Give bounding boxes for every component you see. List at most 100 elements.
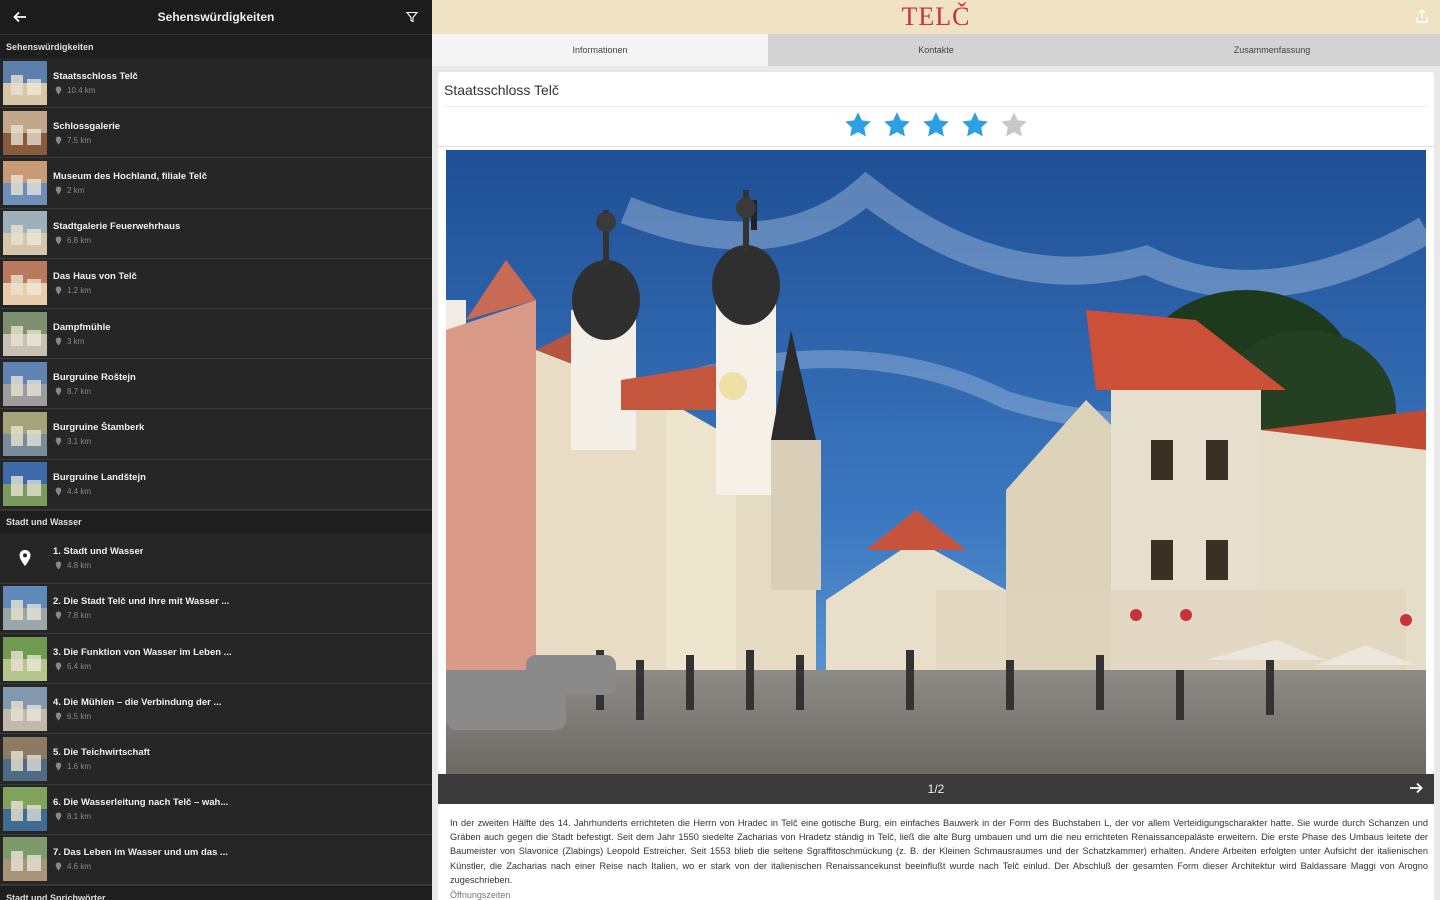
item-distance: 1.6 km <box>53 762 150 771</box>
location-pin-icon <box>55 236 62 245</box>
filter-icon <box>406 11 418 23</box>
thumbnail-image <box>3 60 47 105</box>
item-name: Stadtgalerie Feuerwehrhaus <box>53 221 181 233</box>
item-distance: 6.4 km <box>53 662 232 671</box>
tab-zusammenfassung[interactable]: Zusammenfassung <box>1104 34 1440 66</box>
item-name: 1. Stadt und Wasser <box>53 546 144 558</box>
list-item[interactable]: Schlossgalerie 7.5 km <box>0 108 432 159</box>
thumbnail-image <box>3 261 47 306</box>
section-header: Stadt und Sprichwörter <box>0 885 432 900</box>
list-item[interactable]: 5. Die Teichwirtschaft 1.6 km <box>0 734 432 785</box>
arrow-right-icon <box>1410 782 1423 794</box>
item-distance: 8.1 km <box>53 812 228 821</box>
item-name: Burgruine Landštejn <box>53 472 146 484</box>
star-filled-icon[interactable] <box>882 110 912 140</box>
item-name: 5. Die Teichwirtschaft <box>53 747 150 759</box>
item-distance: 8.7 km <box>53 387 136 396</box>
back-arrow-icon <box>13 11 26 23</box>
thumbnail-image <box>3 586 47 631</box>
tab-informationen[interactable]: Informationen <box>432 34 768 66</box>
list-item[interactable]: 3. Die Funktion von Wasser im Leben ... 6… <box>0 634 432 685</box>
list-item[interactable]: Burgruine Roštejn 8.7 km <box>0 359 432 410</box>
list-item[interactable]: 7. Das Leben im Wasser und um das ... 4.6… <box>0 835 432 885</box>
list-item[interactable]: Dampfmühle 3 km <box>0 309 432 360</box>
item-name: Museum des Hochland, filiale Telč <box>53 170 207 182</box>
location-pin-icon <box>55 86 62 95</box>
rating-divider <box>438 146 1434 147</box>
location-pin-icon <box>3 536 47 580</box>
list-item[interactable]: Burgruine Landštejn 4.4 km <box>0 460 432 510</box>
item-name: 4. Die Mühlen – die Verbindung der ... <box>53 696 222 708</box>
item-name: Dampfmühle <box>53 321 111 333</box>
item-name: 3. Die Funktion von Wasser im Leben ... <box>53 646 232 658</box>
list-item[interactable]: Das Haus von Telč 1.2 km <box>0 259 432 309</box>
item-distance: 6.5 km <box>53 712 221 721</box>
list-title: Sehenswürdigkeiten <box>157 10 275 24</box>
location-pin-icon <box>55 611 62 620</box>
list-item[interactable]: 1. Stadt und Wasser 4.8 km <box>0 534 432 584</box>
thumbnail-image <box>3 462 47 507</box>
thumbnail-image <box>3 636 47 681</box>
star-rating[interactable] <box>438 110 1434 140</box>
item-name: 7. Das Leben im Wasser und um das ... <box>53 847 228 859</box>
thumbnail-image <box>3 787 47 832</box>
list-item[interactable]: Stadtgalerie Feuerwehrhaus 6.8 km <box>0 209 432 259</box>
star-empty-icon[interactable] <box>999 110 1029 140</box>
list-item[interactable]: 6. Die Wasserleitung nach Telč – wah... 8… <box>0 785 432 835</box>
sights-list: Sehenswürdigkeiten Staatsschloss Telč 10.4… <box>0 34 432 900</box>
item-distance: 4.6 km <box>53 862 228 871</box>
location-pin-icon <box>55 812 62 821</box>
location-pin-icon <box>55 762 62 771</box>
list-header: Sehenswürdigkeiten <box>0 0 432 34</box>
list-item[interactable]: Staatsschloss Telč 10.4 km <box>0 58 432 109</box>
section-header: Sehenswürdigkeiten <box>0 34 432 58</box>
list-item[interactable]: Burgruine Štamberk 3.1 km <box>0 409 432 460</box>
location-pin-icon <box>55 561 62 570</box>
item-distance: 10.4 km <box>53 86 138 95</box>
star-filled-icon[interactable] <box>843 110 873 140</box>
description-text: In der zweiten Hälfte des 14. Jahrhunder… <box>450 818 1428 885</box>
share-button[interactable] <box>1414 8 1432 26</box>
back-button[interactable] <box>10 7 30 27</box>
detail-card: Staatsschloss Telč 1/2 In der zweiten Hä… <box>438 72 1434 900</box>
location-pin-icon <box>55 387 62 396</box>
item-distance: 3.1 km <box>53 437 144 446</box>
gallery-next-button[interactable] <box>1408 780 1426 798</box>
location-pin-icon <box>55 662 62 671</box>
filter-button[interactable] <box>402 7 422 27</box>
item-distance: 7.8 km <box>53 611 229 620</box>
item-name: 2. Die Stadt Telč und ihre mit Wasser ..… <box>53 596 230 608</box>
location-pin-icon <box>55 186 62 195</box>
detail-tabs: Informationen Kontakte Zusammenfassung <box>432 34 1440 66</box>
item-distance: 6.8 km <box>53 236 180 245</box>
item-distance: 7.5 km <box>53 136 120 145</box>
thumbnail-image <box>3 361 47 406</box>
item-name: Schlossgalerie <box>53 120 121 132</box>
list-item[interactable]: 2. Die Stadt Telč und ihre mit Wasser ..… <box>0 584 432 635</box>
item-distance: 4.4 km <box>53 487 146 496</box>
thumbnail-image <box>3 160 47 205</box>
gallery-photo[interactable] <box>446 150 1426 774</box>
location-pin-icon <box>55 862 62 871</box>
item-name: Das Haus von Telč <box>53 271 137 283</box>
tab-kontakte[interactable]: Kontakte <box>768 34 1104 66</box>
location-pin-icon <box>55 136 62 145</box>
star-filled-icon[interactable] <box>960 110 990 140</box>
item-distance: 4.8 km <box>53 561 143 570</box>
opening-hours-heading: Öffnungszeiten <box>450 890 511 900</box>
list-item[interactable]: 4. Die Mühlen – die Verbindung der ... 6.… <box>0 684 432 735</box>
thumbnail-image <box>3 411 47 456</box>
location-pin-icon <box>55 337 62 346</box>
castle-square-illustration <box>446 150 1426 774</box>
thumbnail-image <box>3 311 47 356</box>
item-distance: 1.2 km <box>53 286 137 295</box>
item-name: 6. Die Wasserleitung nach Telč – wah... <box>53 797 229 809</box>
item-distance: 2 km <box>53 186 207 195</box>
list-item[interactable]: Museum des Hochland, filiale Telč 2 km <box>0 158 432 209</box>
thumbnail-image <box>3 686 47 731</box>
section-header: Stadt und Wasser <box>0 509 432 534</box>
star-filled-icon[interactable] <box>921 110 951 140</box>
location-pin-icon <box>55 437 62 446</box>
item-name: Burgruine Roštejn <box>53 371 136 383</box>
location-pin-icon <box>55 286 62 295</box>
